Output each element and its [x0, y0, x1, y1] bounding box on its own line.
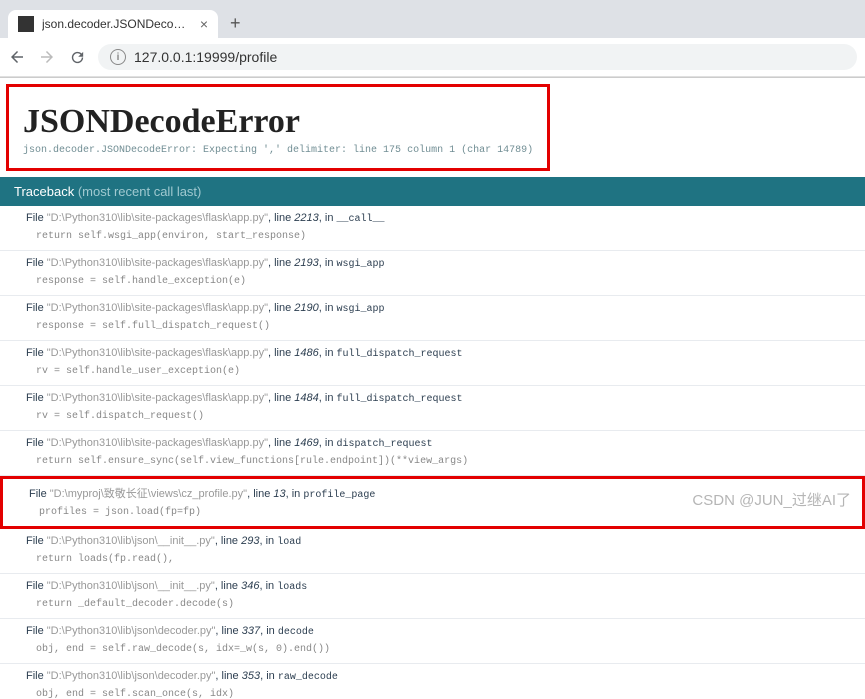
new-tab-button[interactable]: +: [218, 8, 253, 38]
traceback-label: Traceback: [14, 184, 74, 199]
traceback-frame[interactable]: File "D:\myproj\致敬长征\views\cz_profile.py…: [0, 476, 865, 529]
frame-code: return self.ensure_sync(self.view_functi…: [26, 453, 847, 469]
back-button[interactable]: [8, 48, 26, 66]
url-bar[interactable]: i 127.0.0.1:19999/profile: [98, 44, 857, 70]
traceback-frame[interactable]: File "D:\Python310\lib\json\decoder.py",…: [0, 619, 865, 664]
tab-favicon-icon: [18, 16, 34, 32]
frame-location: File "D:\Python310\lib\json\decoder.py",…: [26, 625, 847, 638]
nav-bar: i 127.0.0.1:19999/profile: [0, 38, 865, 77]
frame-code: rv = self.handle_user_exception(e): [26, 363, 847, 379]
tab-bar: json.decoder.JSONDecodeErro × +: [0, 0, 865, 38]
traceback-frames: File "D:\Python310\lib\site-packages\fla…: [0, 206, 865, 699]
browser-tab[interactable]: json.decoder.JSONDecodeErro ×: [8, 10, 218, 38]
frame-location: File "D:\Python310\lib\site-packages\fla…: [26, 257, 847, 270]
traceback-frame[interactable]: File "D:\Python310\lib\site-packages\fla…: [0, 206, 865, 251]
frame-location: File "D:\Python310\lib\site-packages\fla…: [26, 392, 847, 405]
traceback-frame[interactable]: File "D:\Python310\lib\json\decoder.py",…: [0, 664, 865, 699]
frame-location: File "D:\Python310\lib\json\__init__.py"…: [26, 580, 847, 593]
forward-button[interactable]: [38, 48, 56, 66]
frame-location: File "D:\Python310\lib\site-packages\fla…: [26, 437, 847, 450]
frame-code: response = self.full_dispatch_request(): [26, 318, 847, 334]
browser-chrome: json.decoder.JSONDecodeErro × + i 127.0.…: [0, 0, 865, 78]
traceback-frame[interactable]: File "D:\Python310\lib\site-packages\fla…: [0, 251, 865, 296]
tab-title: json.decoder.JSONDecodeErro: [42, 17, 192, 31]
frame-location: File "D:\myproj\致敬长征\views\cz_profile.py…: [29, 485, 844, 501]
traceback-frame[interactable]: File "D:\Python310\lib\site-packages\fla…: [0, 431, 865, 476]
error-title: JSONDecodeError: [23, 103, 533, 141]
frame-code: response = self.handle_exception(e): [26, 273, 847, 289]
traceback-frame[interactable]: File "D:\Python310\lib\json\__init__.py"…: [0, 574, 865, 619]
frame-location: File "D:\Python310\lib\site-packages\fla…: [26, 302, 847, 315]
frame-code: return self.wsgi_app(environ, start_resp…: [26, 228, 847, 244]
site-info-icon[interactable]: i: [110, 49, 126, 65]
frame-location: File "D:\Python310\lib\json\decoder.py",…: [26, 670, 847, 683]
traceback-frame[interactable]: File "D:\Python310\lib\site-packages\fla…: [0, 386, 865, 431]
frame-location: File "D:\Python310\lib\site-packages\fla…: [26, 212, 847, 225]
close-icon[interactable]: ×: [200, 16, 208, 32]
traceback-frame[interactable]: File "D:\Python310\lib\json\__init__.py"…: [0, 529, 865, 574]
traceback-hint: (most recent call last): [78, 184, 202, 199]
error-header: JSONDecodeError json.decoder.JSONDecodeE…: [6, 84, 550, 171]
url-text: 127.0.0.1:19999/profile: [134, 49, 277, 65]
frame-code: return loads(fp.read(),: [26, 551, 847, 567]
reload-button[interactable]: [68, 48, 86, 66]
frame-code: obj, end = self.scan_once(s, idx): [26, 686, 847, 699]
frame-location: File "D:\Python310\lib\site-packages\fla…: [26, 347, 847, 360]
page-content: JSONDecodeError json.decoder.JSONDecodeE…: [0, 78, 865, 699]
frame-code: rv = self.dispatch_request(): [26, 408, 847, 424]
error-message: json.decoder.JSONDecodeError: Expecting …: [23, 145, 533, 156]
frame-code: return _default_decoder.decode(s): [26, 596, 847, 612]
frame-code: obj, end = self.raw_decode(s, idx=_w(s, …: [26, 641, 847, 657]
traceback-header: Traceback (most recent call last): [0, 177, 865, 206]
frame-location: File "D:\Python310\lib\json\__init__.py"…: [26, 535, 847, 548]
traceback-frame[interactable]: File "D:\Python310\lib\site-packages\fla…: [0, 296, 865, 341]
traceback-frame[interactable]: File "D:\Python310\lib\site-packages\fla…: [0, 341, 865, 386]
